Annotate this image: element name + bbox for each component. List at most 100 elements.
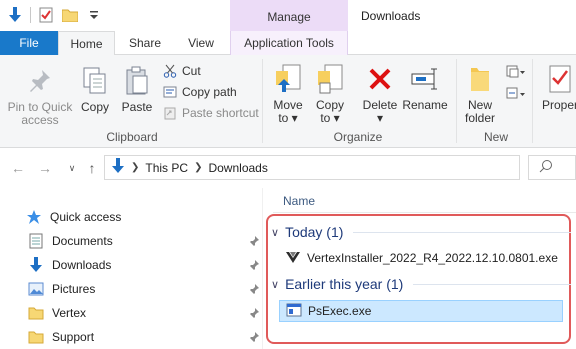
copy-button[interactable]: Copy [77, 65, 113, 114]
nav-label: Quick access [50, 210, 122, 224]
group-header-earlier-this-year[interactable]: ∨ Earlier this year (1) [271, 276, 571, 292]
back-arrow-icon[interactable]: ← [10, 160, 26, 176]
file-list: Name ∨ Today (1) VertexInstaller_2022_R4… [262, 188, 576, 349]
tab-home[interactable]: Home [58, 31, 115, 56]
new-folder-icon[interactable] [61, 6, 79, 24]
new-group-label: New [483, 130, 508, 144]
paste-button[interactable]: Paste [117, 65, 157, 114]
manage-context-tab[interactable]: Manage [230, 0, 348, 31]
navigation-bar: ← → ∨ ↑ ❯ This PC ❯ Downloads [0, 148, 576, 188]
tab-file[interactable]: File [0, 31, 58, 55]
pin-to-quick-access-button[interactable]: Pin to Quick access [4, 65, 76, 127]
nav-label: Documents [52, 234, 113, 248]
ribbon-divider [456, 59, 457, 143]
properties-check-icon[interactable] [37, 6, 55, 24]
rename-label: Rename [402, 98, 448, 112]
pinned-icon [249, 308, 259, 319]
group-label: Earlier this year (1) [285, 276, 404, 292]
cut-button[interactable]: Cut [162, 63, 201, 79]
nav-item-downloads[interactable]: Downloads [28, 254, 262, 276]
address-bar[interactable]: ❯ This PC ❯ Downloads [104, 155, 520, 180]
rename-icon [409, 63, 441, 95]
window-title: Downloads [361, 9, 421, 23]
move-to-label: Move to ▾ [273, 98, 303, 125]
new-folder-label: New folder [464, 98, 496, 125]
copy-path-icon [162, 84, 178, 100]
search-box[interactable] [528, 155, 576, 180]
group-header-today[interactable]: ∨ Today (1) [271, 224, 571, 240]
quick-access-toolbar [6, 6, 103, 24]
organize-group-label: Organize [333, 130, 383, 144]
ribbon-divider [532, 59, 533, 143]
new-folder-button[interactable]: New folder [460, 63, 500, 125]
move-to-button[interactable]: Move to ▾ [270, 63, 306, 125]
nav-item-support[interactable]: Support [28, 326, 262, 348]
properties-button[interactable]: Proper [538, 63, 576, 112]
document-icon [28, 233, 44, 249]
paste-icon [121, 65, 153, 97]
header-divider [273, 212, 576, 213]
tab-application-tools[interactable]: Application Tools [230, 31, 348, 55]
nav-item-vertex[interactable]: Vertex [28, 302, 262, 324]
recent-locations-icon[interactable]: ∨ [64, 160, 80, 176]
ribbon-divider [262, 59, 263, 143]
paste-shortcut-icon [162, 105, 178, 121]
nav-label: Pictures [52, 282, 96, 296]
folder-icon [28, 305, 44, 321]
nav-label: Downloads [52, 258, 112, 272]
breadcrumb-downloads[interactable]: Downloads [208, 161, 267, 175]
file-name: PsExec.exe [308, 304, 372, 318]
copy-to-label: Copy to ▾ [315, 98, 344, 125]
properties-label: Proper [542, 98, 576, 112]
delete-button[interactable]: Delete ▾ [360, 63, 400, 125]
column-header-name[interactable]: Name [283, 194, 315, 208]
paste-label: Paste [121, 100, 153, 114]
breadcrumb-this-pc[interactable]: This PC [145, 161, 188, 175]
group-label: Today (1) [285, 224, 344, 240]
new-item-icon[interactable] [506, 65, 526, 82]
copy-to-icon [314, 63, 346, 95]
folder-icon [28, 329, 44, 345]
title-bar: Manage Downloads [0, 0, 576, 31]
paste-shortcut-label: Paste shortcut [182, 106, 259, 120]
copy-to-button[interactable]: Copy to ▾ [312, 63, 348, 125]
group-rule [413, 283, 571, 285]
easy-access-icon[interactable] [506, 87, 526, 104]
clipboard-group-label: Clipboard [106, 130, 158, 144]
pin-icon [24, 65, 56, 97]
file-item[interactable]: VertexInstaller_2022_R4_2022.12.10.0801.… [279, 247, 563, 269]
copy-icon [79, 65, 111, 97]
chevron-down-icon: ∨ [271, 278, 280, 291]
nav-quick-access[interactable]: Quick access [26, 206, 260, 228]
nav-item-pictures[interactable]: Pictures [28, 278, 262, 300]
customize-dropdown-icon[interactable] [85, 6, 103, 24]
rename-button[interactable]: Rename [402, 63, 448, 112]
folder-icon [464, 63, 496, 95]
star-icon [26, 209, 42, 225]
nav-item-documents[interactable]: Documents [28, 230, 262, 252]
ribbon: Pin to Quick access Copy Paste Cut Copy … [0, 55, 576, 148]
cut-label: Cut [182, 64, 201, 78]
copy-label: Copy [80, 100, 109, 114]
breadcrumb-chevron-icon[interactable]: ❯ [131, 162, 139, 173]
tab-share[interactable]: Share [119, 31, 171, 55]
paste-shortcut-button[interactable]: Paste shortcut [162, 105, 259, 121]
toolbar-divider [30, 7, 31, 23]
pinned-icon [249, 236, 259, 247]
up-arrow-icon[interactable]: ↑ [84, 160, 100, 176]
pictures-icon [28, 281, 44, 297]
ribbon-tabs: File Home Share View Application Tools [0, 31, 576, 56]
navigation-pane: Quick access Documents Downloads Picture… [0, 188, 262, 349]
forward-arrow-icon[interactable]: → [37, 160, 53, 176]
search-icon [539, 159, 553, 176]
delete-label: Delete ▾ [362, 98, 398, 125]
breadcrumb-chevron-icon[interactable]: ❯ [194, 162, 202, 173]
copy-path-button[interactable]: Copy path [162, 84, 237, 100]
pinned-icon [249, 260, 259, 271]
tab-view[interactable]: View [176, 31, 226, 55]
down-arrow-icon[interactable] [6, 6, 24, 24]
scissors-icon [162, 63, 178, 79]
file-name: VertexInstaller_2022_R4_2022.12.10.0801.… [307, 251, 558, 265]
file-item-selected[interactable]: PsExec.exe [279, 300, 563, 322]
properties-icon [544, 63, 576, 95]
